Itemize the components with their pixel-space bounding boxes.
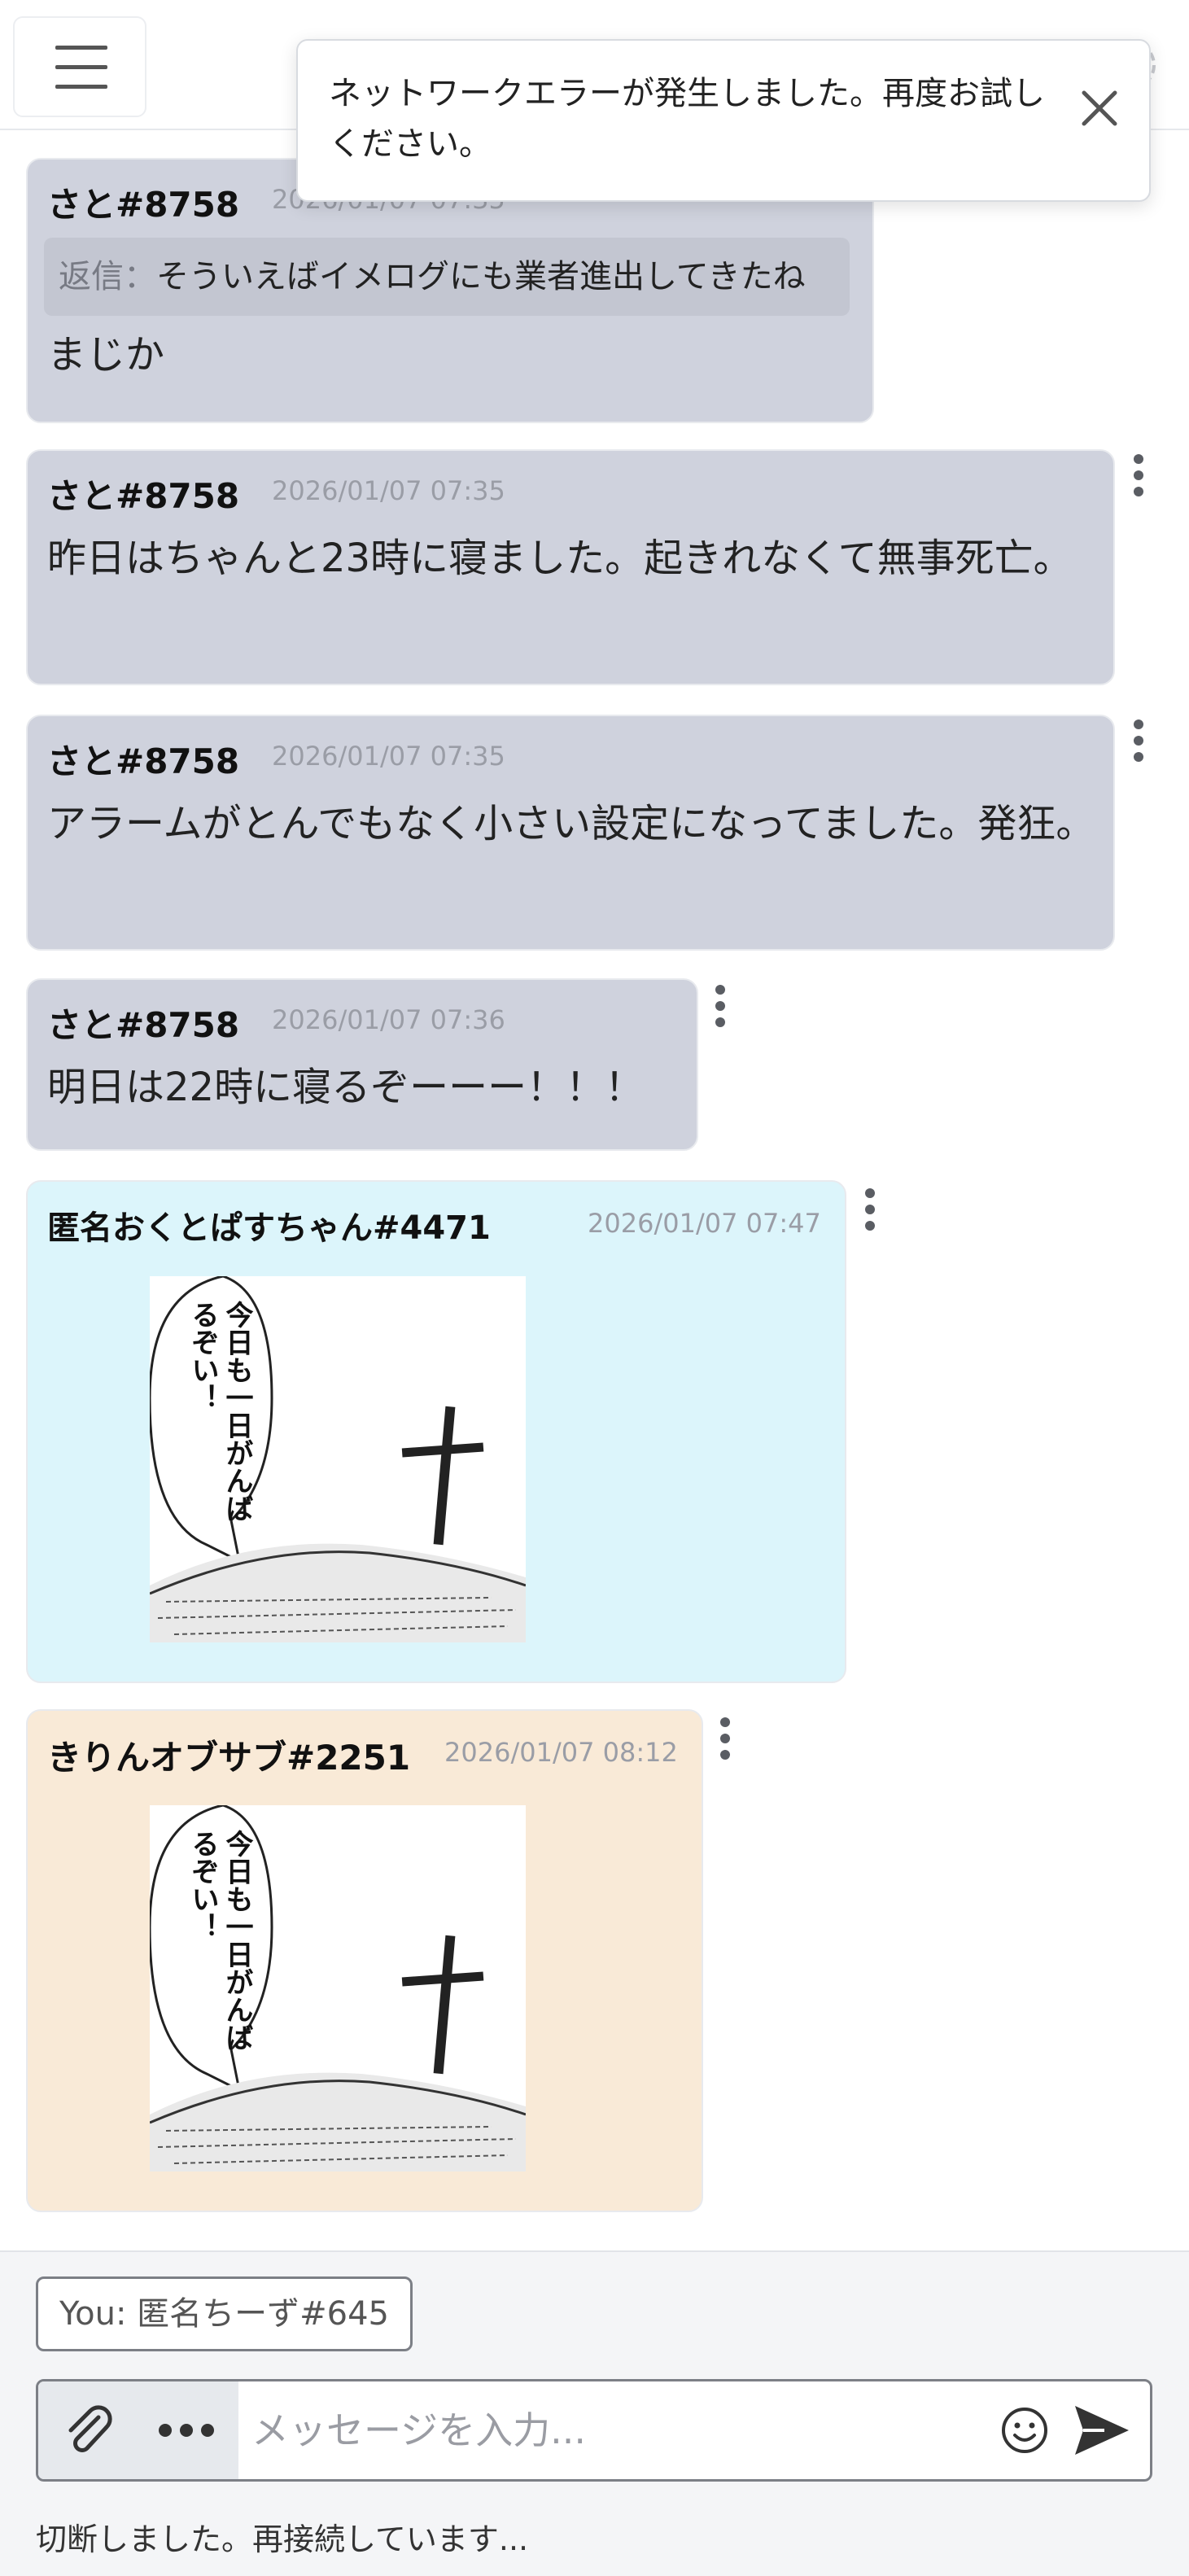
close-icon[interactable]	[1071, 80, 1128, 137]
send-icon[interactable]	[1072, 2403, 1132, 2458]
sticker-image[interactable]: 今日も一日がんばるぞい！	[150, 1805, 526, 2171]
connection-status: 切断しました。再接続しています...	[36, 2521, 529, 2557]
message-time: 2026/01/07 07:47	[588, 1208, 821, 1239]
chat-footer: You: 匿名ちーず#645 切断しました。再接続しています...	[0, 2250, 1189, 2576]
menu-button[interactable]	[13, 16, 146, 117]
message-author: 匿名おくとぱすちゃん#4471	[47, 1209, 491, 1247]
message-author: さと#8758	[47, 185, 240, 225]
message-menu-button[interactable]	[713, 1714, 737, 1763]
message-menu-button[interactable]	[1126, 451, 1151, 500]
reply-label: 返信：	[59, 258, 156, 295]
message-body: まじか	[47, 332, 165, 378]
network-error-toast: ネットワークエラーが発生しました。再度お試しください。	[296, 39, 1151, 202]
chat-message: きりんオブサブ#2251 2026/01/07 08:12 今日も一日がんばるぞ…	[26, 1709, 703, 2212]
message-time: 2026/01/07 07:36	[272, 1004, 505, 1035]
ellipsis-icon[interactable]	[155, 2421, 217, 2440]
paperclip-icon[interactable]	[58, 2399, 120, 2461]
message-composer	[36, 2379, 1152, 2482]
message-body: 明日は22時に寝るぞーーー！！！	[47, 1065, 645, 1110]
message-time: 2026/01/07 07:35	[272, 741, 505, 772]
chat-message: 匿名おくとぱすちゃん#4471 2026/01/07 07:47 今日も一日がん…	[26, 1180, 846, 1683]
composer-tools	[38, 2381, 238, 2479]
message-input[interactable]	[251, 2393, 984, 2468]
message-body: 昨日はちゃんと23時に寝ました。起きれなくて無事死亡。	[47, 536, 1073, 581]
message-menu-button[interactable]	[708, 982, 732, 1030]
sticker-caption: 今日も一日がんばるぞい！	[186, 1301, 253, 1522]
message-author: さと#8758	[47, 476, 240, 516]
reply-text: そういえばイメログにも業者進出してきたね	[156, 258, 806, 295]
menu-icon	[55, 46, 107, 50]
message-body: アラームがとんでもなく小さい設定になってました。発狂。	[47, 801, 1095, 846]
message-author: きりんオブサブ#2251	[47, 1738, 411, 1778]
message-time: 2026/01/07 08:12	[444, 1737, 678, 1768]
chat-message: さと#8758 2026/01/07 07:35 アラームがとんでもなく小さい設…	[26, 715, 1115, 951]
sticker-image[interactable]: 今日も一日がんばるぞい！	[150, 1276, 526, 1642]
toast-message: ネットワークエラーが発生しました。再度お試しください。	[329, 75, 1045, 163]
chat-message: さと#8758 2026/01/07 07:36 明日は22時に寝るぞーーー！！…	[26, 978, 698, 1151]
message-time: 2026/01/07 07:35	[272, 475, 505, 506]
message-menu-button[interactable]	[1126, 716, 1151, 765]
reply-quote[interactable]: 返信：そういえばイメログにも業者進出してきたね	[44, 238, 850, 316]
message-menu-button[interactable]	[858, 1185, 882, 1234]
message-author: さと#8758	[47, 741, 240, 781]
emoji-icon[interactable]	[999, 2404, 1051, 2456]
message-author: さと#8758	[47, 1005, 240, 1045]
current-user-chip[interactable]: You: 匿名ちーず#645	[36, 2276, 413, 2351]
sticker-caption: 今日も一日がんばるぞい！	[186, 1830, 253, 2051]
chat-message: さと#8758 2026/01/07 07:35 昨日はちゃんと23時に寝ました…	[26, 449, 1115, 685]
